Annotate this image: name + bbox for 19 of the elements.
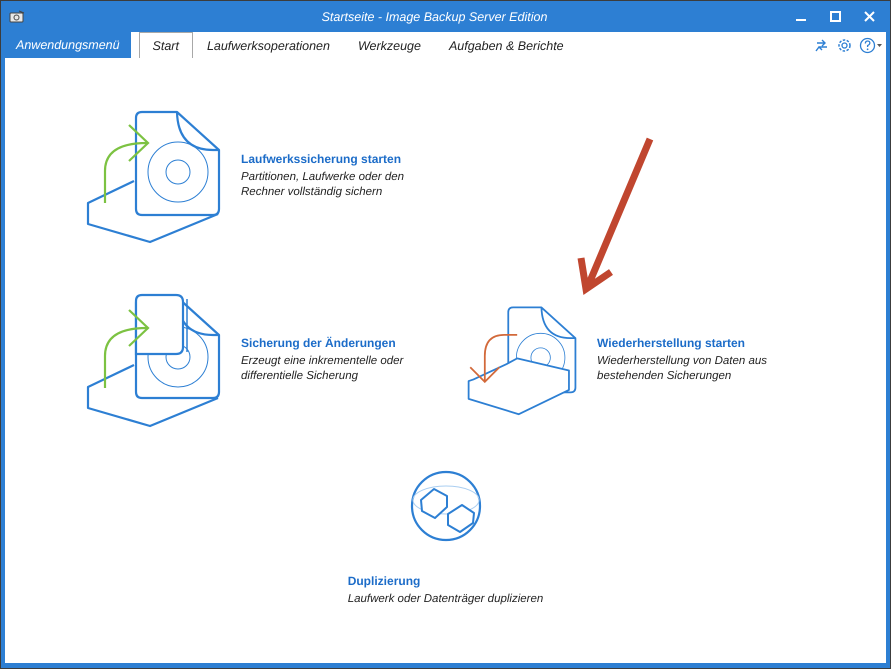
action-description: Rechner vollständig sichern [241,185,384,200]
action-link[interactable]: Duplizierung [348,574,544,588]
action-description: differentielle Sicherung [241,369,359,384]
action-link[interactable]: Sicherung der Änderungen [241,336,404,350]
action-description: bestehenden Sicherungen [597,369,732,384]
window-title: Startseite - Image Backup Server Edition [320,10,548,24]
incremental-backup-icon [85,292,221,428]
action-description: Partitionen, Laufwerke oder den [241,170,404,185]
maximize-icon[interactable] [830,11,840,22]
close-icon[interactable] [864,11,874,22]
drive-icon [9,10,25,24]
drive-backup-icon [85,108,221,244]
action-description: Wiederherstellung von Daten aus [597,354,767,369]
action-description: Laufwerk oder Datenträger duplizieren [348,592,544,607]
ribbon-tab[interactable]: Start [138,32,193,58]
application-menu-tab[interactable]: Anwendungsmenü [5,32,131,58]
action-link[interactable]: Laufwerkssicherung starten [241,152,404,166]
action-link[interactable]: Wiederherstellung starten [597,336,767,350]
action-description: Erzeugt eine inkrementelle oder [241,354,404,369]
